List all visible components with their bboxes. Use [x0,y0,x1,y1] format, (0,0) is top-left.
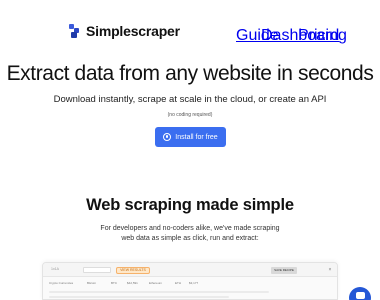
preview-toolbar: 1x1A VIEW RESULTS SAVE RECIPE × [43,263,337,277]
preview-cell: Crypto Currencies [49,281,74,285]
preview-close-icon: × [328,267,332,273]
brand-name: Simplescraper [86,23,180,39]
install-button[interactable]: Install for free [155,127,226,147]
hero-subtitle: Download instantly, scrape at scale in t… [53,94,327,105]
nav-pricing[interactable]: Pricing [298,27,347,45]
preview-line [49,291,269,293]
hero-note: (no coding required) [167,112,213,118]
preview-line [49,296,229,298]
app-preview-screenshot: 1x1A VIEW RESULTS SAVE RECIPE × Crypto C… [42,262,338,300]
site-header: Simplescraper Guide Dashboard Pricing [0,0,380,60]
preview-cell: ETH [175,281,181,285]
preview-view-results: VIEW RESULTS [116,266,150,274]
section-description: For developers and no-coders alike, we'v… [100,225,280,242]
simplescraper-logo-icon [69,24,81,38]
preview-cell: $3,177 [189,281,199,285]
install-button-label: Install for free [175,133,218,141]
section-title: Web scraping made simple [86,196,294,214]
preview-cell: Ethereum [149,281,163,285]
preview-cell: BTC [111,281,117,285]
preview-toolbar-label: 1x1A [51,267,59,271]
preview-save-recipe: SAVE RECIPE [271,266,297,274]
brand-logo[interactable]: Simplescraper [69,23,180,39]
chat-icon [355,291,365,299]
chat-launcher-button[interactable] [349,287,371,300]
preview-data-row: Crypto Currencies Bitcoin BTC $42,591 Et… [49,281,335,287]
hero-title: Extract data from any website in seconds [6,62,374,85]
preview-input [83,267,111,273]
preview-cell: Bitcoin [87,281,97,285]
chrome-icon [163,133,172,141]
preview-cell: $42,591 [127,281,138,285]
